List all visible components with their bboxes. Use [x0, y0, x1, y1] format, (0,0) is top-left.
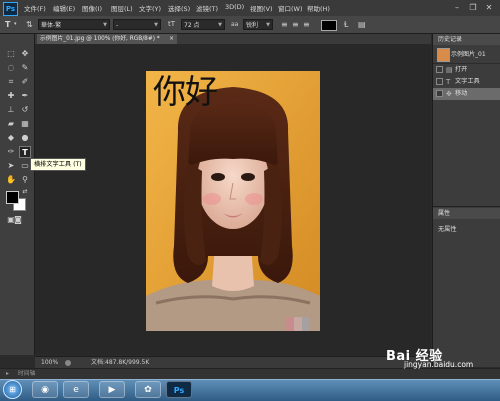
status-info-icon[interactable] — [65, 360, 71, 366]
brush-tool-icon[interactable]: ✒ — [19, 90, 31, 102]
font-size-value: 72 点 — [184, 22, 200, 29]
type-tool-icon[interactable]: T — [5, 19, 10, 30]
tool-tooltip: 横排文字工具 (T) — [30, 158, 86, 171]
font-style-value: - — [116, 22, 119, 29]
align-center-icon[interactable]: ≡ — [292, 19, 299, 30]
history-item-type-tool[interactable]: T 文字工具 — [433, 76, 500, 88]
chevron-down-icon: ▼ — [154, 22, 158, 28]
properties-panel-tab[interactable]: 属性 — [433, 208, 500, 219]
antialias-select[interactable]: 锐利 ▼ — [243, 19, 273, 30]
hand-tool-icon[interactable]: ✋ — [5, 174, 17, 186]
lasso-tool-icon[interactable]: ◌ — [5, 62, 17, 74]
chrome-taskbar-icon[interactable]: ◉ — [32, 381, 58, 398]
snapshot-label: 示例图片_01 — [451, 51, 486, 58]
start-button[interactable]: ⊞ — [3, 380, 22, 399]
crop-tool-icon[interactable]: ⌗ — [5, 76, 17, 88]
photoshop-logo: Ps — [3, 2, 18, 16]
history-snapshot[interactable]: 示例图片_01 — [433, 45, 500, 64]
history-source-box[interactable] — [436, 90, 443, 97]
browser-taskbar-icon[interactable]: e — [63, 381, 89, 398]
app-taskbar-icon[interactable]: ✿ — [135, 381, 161, 398]
history-item-open[interactable]: ▤ 打开 — [433, 64, 500, 76]
menu-help[interactable]: 帮助(H) — [307, 3, 330, 13]
align-left-icon[interactable]: ≡ — [281, 19, 288, 30]
restore-button[interactable]: ❐ — [468, 3, 478, 12]
history-brush-tool-icon[interactable]: ↺ — [19, 104, 31, 116]
menu-filter[interactable]: 滤镜(T) — [196, 3, 218, 13]
history-source-box[interactable] — [436, 66, 443, 73]
font-family-value: 華体-繁 — [41, 22, 62, 29]
history-item-move[interactable]: ✥ 移动 — [433, 88, 500, 100]
history-tab-label: 历史记录 — [438, 36, 463, 43]
move-tool-icon[interactable]: ✥ — [19, 48, 31, 60]
type-icon: T — [446, 78, 451, 86]
horizontal-type-tool-icon[interactable]: T — [19, 146, 31, 158]
clone-stamp-tool-icon[interactable]: ⊥ — [5, 104, 17, 116]
media-taskbar-icon[interactable]: ▶ — [99, 381, 125, 398]
close-window-button[interactable]: ✕ — [484, 3, 494, 12]
minimize-button[interactable]: – — [452, 3, 462, 12]
menu-edit[interactable]: 编辑(E) — [53, 3, 75, 13]
properties-value: 无属性 — [438, 226, 457, 233]
path-select-tool-icon[interactable]: ➤ — [5, 160, 17, 172]
healing-brush-tool-icon[interactable]: ✚ — [5, 90, 17, 102]
history-panel-tab[interactable]: 历史记录 — [433, 34, 500, 45]
close-icon[interactable]: × — [169, 34, 174, 44]
history-source-box[interactable] — [436, 78, 443, 85]
right-panel-dock: 历史记录 示例图片_01 ▤ 打开 T 文字工具 ✥ 移动 属性 无属性 — [432, 34, 500, 367]
foreground-color-swatch[interactable] — [6, 191, 19, 204]
menu-layer[interactable]: 图层(L) — [111, 3, 133, 13]
menu-view[interactable]: 视图(V) — [250, 3, 273, 13]
marquee-tool-icon[interactable]: ⬚ — [5, 48, 17, 60]
move-icon: ✥ — [446, 90, 452, 98]
menu-3d[interactable]: 3D(D) — [225, 3, 244, 11]
menu-type[interactable]: 文字(Y) — [139, 3, 161, 13]
tool-preset-caret-icon[interactable]: ▾ — [14, 19, 17, 30]
photoshop-taskbar-icon[interactable]: Ps — [166, 381, 192, 398]
history-item-label: 移动 — [455, 90, 468, 97]
properties-tab-label: 属性 — [438, 210, 451, 217]
quick-select-tool-icon[interactable]: ✎ — [19, 62, 31, 74]
chevron-down-icon: ▼ — [103, 22, 107, 28]
chevron-down-icon: ▼ — [218, 22, 222, 28]
swap-colors-icon[interactable]: ⇄ — [19, 186, 31, 198]
history-item-label: 文字工具 — [455, 78, 480, 85]
chevron-down-icon: ▼ — [266, 22, 270, 28]
eyedropper-tool-icon[interactable]: ✐ — [19, 76, 31, 88]
warp-text-icon[interactable]: Ɫ — [344, 19, 348, 30]
text-layer-overlay[interactable]: 你好 — [153, 72, 218, 112]
font-style-select[interactable]: - ▼ — [113, 19, 161, 30]
text-orientation-icon[interactable]: ⇅ — [26, 19, 33, 30]
snapshot-thumbnail — [437, 48, 450, 62]
document-icon: ▤ — [446, 66, 453, 74]
character-panel-icon[interactable]: ▤ — [358, 19, 366, 30]
panel-divider — [433, 206, 500, 207]
history-item-label: 打开 — [455, 66, 468, 73]
menu-file[interactable]: 文件(F) — [24, 3, 46, 13]
screen-mode-icon[interactable]: ▣ — [5, 214, 17, 226]
text-color-swatch[interactable] — [321, 20, 337, 31]
pen-tool-icon[interactable]: ✑ — [5, 146, 17, 158]
menu-select[interactable]: 选择(S) — [168, 3, 190, 13]
zoom-tool-icon[interactable]: ⚲ — [19, 174, 31, 186]
antialias-icon: aa — [231, 21, 239, 28]
antialias-value: 锐利 — [246, 22, 259, 29]
dodge-tool-icon[interactable]: ● — [19, 132, 31, 144]
font-size-icon: tT — [168, 20, 176, 28]
font-size-select[interactable]: 72 点 ▼ — [181, 19, 225, 30]
menu-image[interactable]: 图像(I) — [82, 3, 102, 13]
document-tab-title: 示例图片_01.jpg @ 100% (你好, RGB/8#) * — [40, 36, 160, 42]
align-right-icon[interactable]: ≡ — [303, 19, 310, 30]
eraser-tool-icon[interactable]: ▰ — [5, 118, 17, 130]
font-family-select[interactable]: 華体-繁 ▼ — [38, 19, 110, 30]
gradient-tool-icon[interactable]: ▦ — [19, 118, 31, 130]
menu-window[interactable]: 窗口(W) — [278, 3, 303, 13]
baidu-watermark-url: jingyan.baidu.com — [404, 360, 474, 369]
blur-tool-icon[interactable]: ◆ — [5, 132, 17, 144]
document-tab[interactable]: 示例图片_01.jpg @ 100% (你好, RGB/8#) * × — [37, 34, 177, 44]
